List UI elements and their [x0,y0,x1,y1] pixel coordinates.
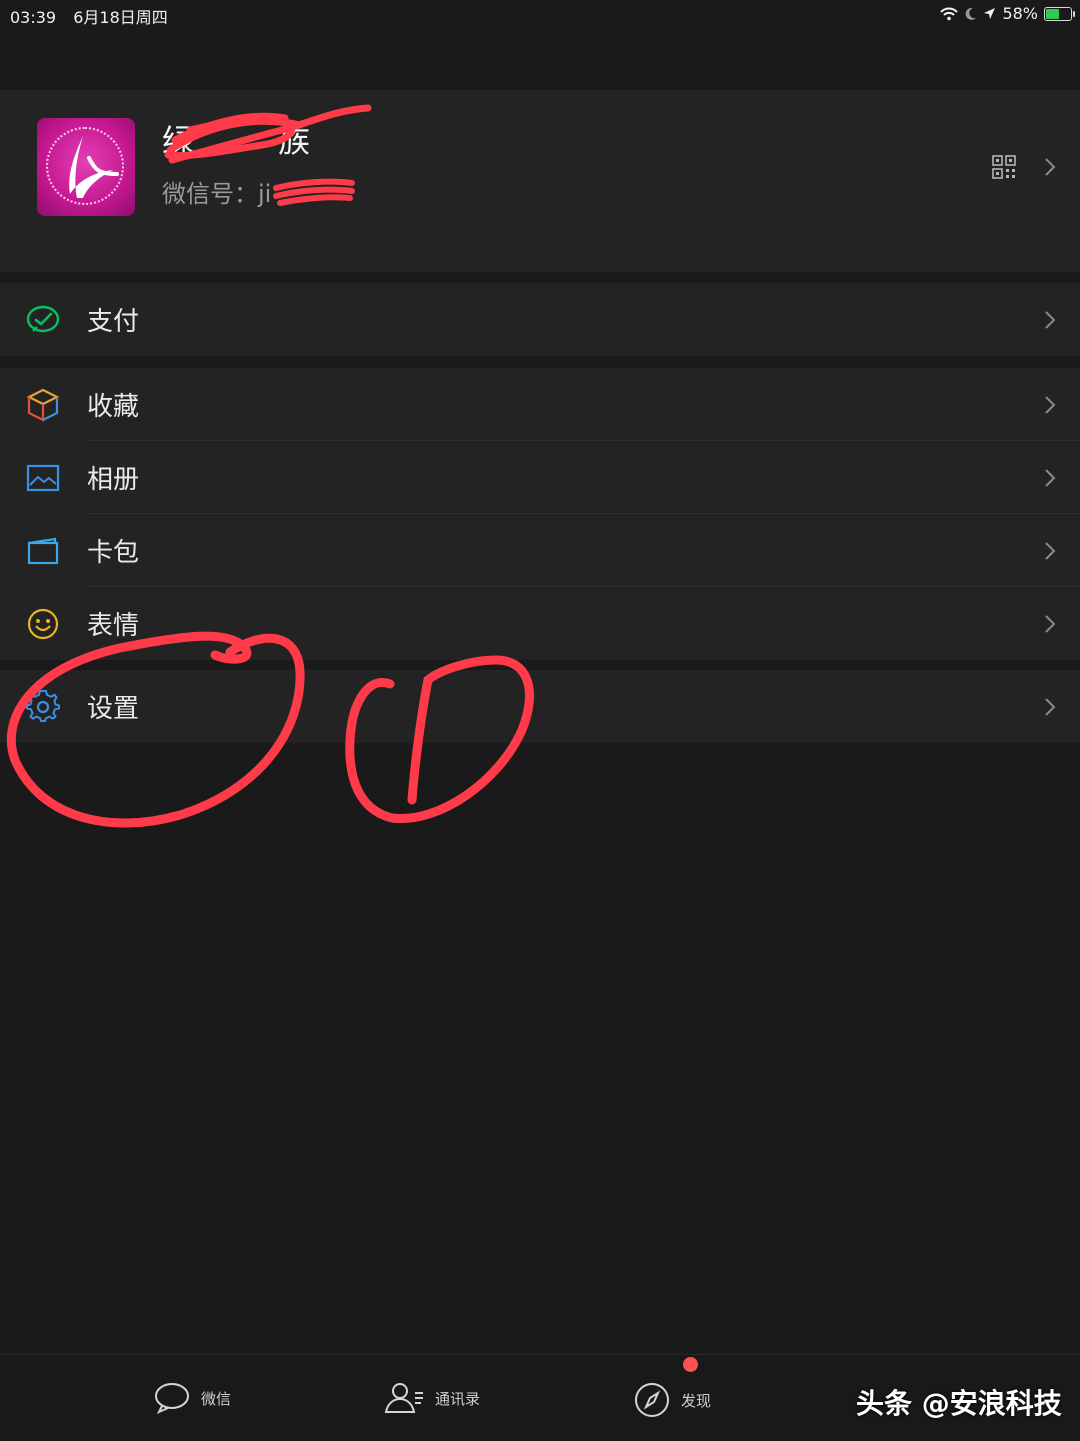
avatar-logo-icon [69,136,119,198]
chevron-right-icon [1045,469,1056,487]
smiley-icon [27,608,59,640]
status-right: 58% [940,4,1075,23]
menu-label-stickers: 表情 [87,611,140,641]
chevron-right-icon [1045,158,1056,176]
chevron-right-icon [1045,698,1056,716]
menu-item-settings[interactable]: 设置 [0,670,1080,743]
menu-item-stickers[interactable]: 表情 [0,587,1080,660]
menu-label-album: 相册 [87,465,140,495]
menu-label-pay: 支付 [87,307,140,337]
status-left: 03:39 6月18日周四 [10,4,180,28]
wechat-pay-icon [26,305,60,333]
gear-icon [26,690,60,722]
avatar[interactable] [37,118,135,216]
chevron-right-icon [1045,542,1056,560]
chevron-right-icon [1045,615,1056,633]
moon-icon [966,7,977,20]
tab-discover[interactable]: 发现 [633,1381,711,1419]
menu-item-pay[interactable]: 支付 [0,283,1080,356]
chat-bubble-icon [155,1383,189,1415]
status-date: 6月18日周四 [73,8,168,27]
wechat-id-value: ji [258,180,272,208]
menu-group-settings: 设置 [0,670,1080,743]
menu-group-pay: 支付 [0,283,1080,356]
contacts-icon [384,1383,423,1413]
tab-label-discover: 发现 [681,1391,712,1410]
profile-card[interactable]: 绿族 微信号：ji [0,90,1080,272]
menu-group-main: 收藏 相册 卡包 表情 [0,368,1080,660]
menu-item-cards[interactable]: 卡包 [0,514,1080,587]
nickname-start: 绿 [162,122,195,160]
tab-chats[interactable]: 微信 [153,1381,231,1415]
menu-label-cards: 卡包 [87,538,140,568]
favorites-cube-icon [26,388,60,422]
compass-icon [635,1383,669,1417]
watermark: 头条 @安浪科技 [856,1387,1062,1420]
wifi-icon [940,7,959,20]
tab-label-chats: 微信 [201,1389,232,1408]
discover-badge [683,1357,698,1372]
album-icon [26,464,60,492]
status-time: 03:39 [10,8,57,27]
status-bar: 03:39 6月18日周四 58% [0,0,1080,28]
menu-item-album[interactable]: 相册 [0,441,1080,514]
tab-contacts[interactable]: 通讯录 [383,1381,480,1415]
qr-code-icon[interactable] [992,155,1016,179]
nickname-end: 族 [278,122,311,160]
chevron-right-icon [1045,311,1056,329]
wechat-id-label: 微信号： [162,180,258,208]
menu-item-favorites[interactable]: 收藏 [0,368,1080,441]
chevron-right-icon [1045,396,1056,414]
profile-nickname: 绿族 [162,116,310,162]
location-arrow-icon [984,8,996,19]
tab-label-contacts: 通讯录 [435,1389,481,1408]
wechat-id: 微信号：ji [162,174,271,209]
battery-percent: 58% [1002,4,1038,23]
menu-label-settings: 设置 [87,694,140,724]
card-wallet-icon [27,537,59,565]
battery-icon [1044,6,1075,21]
battery-level [1046,8,1060,19]
menu-label-favorites: 收藏 [87,392,140,422]
